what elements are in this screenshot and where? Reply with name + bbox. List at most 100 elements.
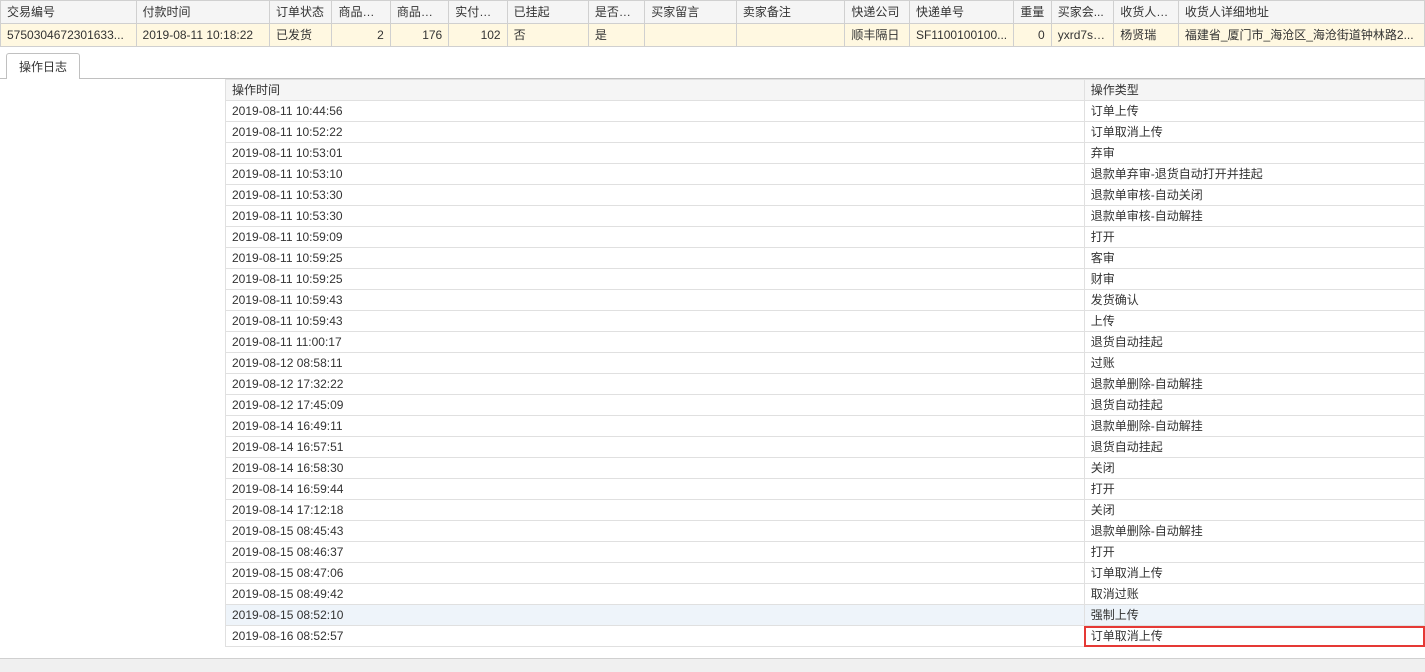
- log-row[interactable]: 2019-08-11 10:59:43发货确认: [226, 290, 1425, 311]
- order-header-cell[interactable]: 重量: [1014, 1, 1052, 24]
- log-cell-type[interactable]: 打开: [1084, 479, 1424, 500]
- cell-weight[interactable]: 0: [1014, 24, 1052, 47]
- log-row[interactable]: 2019-08-11 10:59:25客审: [226, 248, 1425, 269]
- log-cell-type[interactable]: 过账: [1084, 353, 1424, 374]
- log-row[interactable]: 2019-08-11 10:53:10退款单弃审-退货自动打开并挂起: [226, 164, 1425, 185]
- order-header-cell[interactable]: 收货人详细地址: [1178, 1, 1424, 24]
- order-header-cell[interactable]: 交易编号: [1, 1, 137, 24]
- log-header-type[interactable]: 操作类型: [1084, 80, 1424, 101]
- log-cell-type[interactable]: 订单取消上传: [1084, 563, 1424, 584]
- cell-buyer-acct[interactable]: yxrd7s198: [1051, 24, 1114, 47]
- log-cell-type[interactable]: 订单上传: [1084, 101, 1424, 122]
- order-header-cell[interactable]: 是否开票: [588, 1, 644, 24]
- log-cell-type[interactable]: 退货自动挂起: [1084, 395, 1424, 416]
- log-row[interactable]: 2019-08-16 08:52:57订单取消上传: [226, 626, 1425, 647]
- log-cell-type[interactable]: 订单取消上传: [1084, 626, 1424, 647]
- log-row[interactable]: 2019-08-15 08:47:06订单取消上传: [226, 563, 1425, 584]
- cell-recv-addr[interactable]: 福建省_厦门市_海沧区_海沧街道钟林路2...: [1178, 24, 1424, 47]
- order-row[interactable]: 5750304672301633... 2019-08-11 10:18:22 …: [1, 24, 1425, 47]
- log-cell-type[interactable]: 订单取消上传: [1084, 122, 1424, 143]
- log-cell-time[interactable]: 2019-08-11 10:59:09: [226, 227, 1085, 248]
- log-row[interactable]: 2019-08-14 16:58:30关闭: [226, 458, 1425, 479]
- cell-status[interactable]: 已发货: [269, 24, 332, 47]
- log-cell-time[interactable]: 2019-08-11 10:53:01: [226, 143, 1085, 164]
- log-cell-time[interactable]: 2019-08-12 17:32:22: [226, 374, 1085, 395]
- log-row[interactable]: 2019-08-11 10:53:30退款单审核-自动关闭: [226, 185, 1425, 206]
- log-cell-type[interactable]: 退款单审核-自动关闭: [1084, 185, 1424, 206]
- horizontal-scrollbar[interactable]: [0, 658, 1425, 672]
- log-cell-time[interactable]: 2019-08-12 08:58:11: [226, 353, 1085, 374]
- log-row[interactable]: 2019-08-11 10:59:09打开: [226, 227, 1425, 248]
- log-row[interactable]: 2019-08-11 10:44:56订单上传: [226, 101, 1425, 122]
- cell-trade-no[interactable]: 5750304672301633...: [1, 24, 137, 47]
- order-header-cell[interactable]: 商品数量: [332, 1, 390, 24]
- cell-pay-time[interactable]: 2019-08-11 10:18:22: [136, 24, 269, 47]
- order-header-cell[interactable]: 卖家备注: [736, 1, 844, 24]
- log-cell-time[interactable]: 2019-08-14 16:49:11: [226, 416, 1085, 437]
- log-row[interactable]: 2019-08-15 08:49:42取消过账: [226, 584, 1425, 605]
- log-row[interactable]: 2019-08-11 10:53:30退款单审核-自动解挂: [226, 206, 1425, 227]
- order-header-cell[interactable]: 快递公司: [845, 1, 910, 24]
- log-cell-type[interactable]: 退货自动挂起: [1084, 332, 1424, 353]
- log-row[interactable]: 2019-08-11 11:00:17退货自动挂起: [226, 332, 1425, 353]
- log-cell-time[interactable]: 2019-08-12 17:45:09: [226, 395, 1085, 416]
- log-cell-type[interactable]: 退款单弃审-退货自动打开并挂起: [1084, 164, 1424, 185]
- log-cell-time[interactable]: 2019-08-11 11:00:17: [226, 332, 1085, 353]
- log-cell-time[interactable]: 2019-08-11 10:59:25: [226, 269, 1085, 290]
- log-cell-time[interactable]: 2019-08-15 08:45:43: [226, 521, 1085, 542]
- log-cell-type[interactable]: 发货确认: [1084, 290, 1424, 311]
- log-cell-time[interactable]: 2019-08-15 08:47:06: [226, 563, 1085, 584]
- log-cell-time[interactable]: 2019-08-11 10:44:56: [226, 101, 1085, 122]
- cell-recv-name[interactable]: 杨贤瑞: [1114, 24, 1179, 47]
- log-cell-type[interactable]: 财审: [1084, 269, 1424, 290]
- log-cell-type[interactable]: 打开: [1084, 227, 1424, 248]
- log-row[interactable]: 2019-08-11 10:52:22订单取消上传: [226, 122, 1425, 143]
- log-cell-time[interactable]: 2019-08-11 10:53:30: [226, 206, 1085, 227]
- cell-qty[interactable]: 2: [332, 24, 390, 47]
- log-cell-time[interactable]: 2019-08-15 08:49:42: [226, 584, 1085, 605]
- log-row[interactable]: 2019-08-12 17:32:22退款单删除-自动解挂: [226, 374, 1425, 395]
- order-header-cell[interactable]: 买家留言: [645, 1, 737, 24]
- log-cell-time[interactable]: 2019-08-11 10:59:43: [226, 311, 1085, 332]
- tab-operation-log[interactable]: 操作日志: [6, 53, 80, 79]
- log-cell-time[interactable]: 2019-08-15 08:46:37: [226, 542, 1085, 563]
- log-cell-type[interactable]: 退款单删除-自动解挂: [1084, 374, 1424, 395]
- order-header-cell[interactable]: 买家会...: [1051, 1, 1114, 24]
- log-row[interactable]: 2019-08-14 16:49:11退款单删除-自动解挂: [226, 416, 1425, 437]
- log-cell-time[interactable]: 2019-08-14 17:12:18: [226, 500, 1085, 521]
- log-row[interactable]: 2019-08-14 16:59:44打开: [226, 479, 1425, 500]
- order-header-cell[interactable]: 实付金额: [449, 1, 507, 24]
- order-header-cell[interactable]: 已挂起: [507, 1, 588, 24]
- log-cell-type[interactable]: 客审: [1084, 248, 1424, 269]
- log-row[interactable]: 2019-08-11 10:59:25财审: [226, 269, 1425, 290]
- log-cell-type[interactable]: 退款单删除-自动解挂: [1084, 521, 1424, 542]
- log-cell-type[interactable]: 退款单删除-自动解挂: [1084, 416, 1424, 437]
- cell-goods-amount[interactable]: 176: [390, 24, 448, 47]
- log-cell-time[interactable]: 2019-08-11 10:59:43: [226, 290, 1085, 311]
- cell-buyer-msg[interactable]: [645, 24, 737, 47]
- cell-invoice[interactable]: 是: [588, 24, 644, 47]
- log-row[interactable]: 2019-08-11 10:53:01弃审: [226, 143, 1425, 164]
- order-header-cell[interactable]: 商品金额: [390, 1, 448, 24]
- cell-express-no[interactable]: SF1100100100...: [909, 24, 1013, 47]
- cell-suspended[interactable]: 否: [507, 24, 588, 47]
- log-row[interactable]: 2019-08-12 08:58:11过账: [226, 353, 1425, 374]
- log-cell-type[interactable]: 打开: [1084, 542, 1424, 563]
- cell-paid-amount[interactable]: 102: [449, 24, 507, 47]
- log-cell-time[interactable]: 2019-08-11 10:59:25: [226, 248, 1085, 269]
- log-cell-time[interactable]: 2019-08-11 10:52:22: [226, 122, 1085, 143]
- order-header-cell[interactable]: 付款时间: [136, 1, 269, 24]
- order-header-cell[interactable]: 收货人姓名: [1114, 1, 1179, 24]
- log-cell-type[interactable]: 取消过账: [1084, 584, 1424, 605]
- log-header-time[interactable]: 操作时间: [226, 80, 1085, 101]
- log-cell-type[interactable]: 强制上传: [1084, 605, 1424, 626]
- order-header-cell[interactable]: 订单状态: [269, 1, 332, 24]
- cell-seller-note[interactable]: [736, 24, 844, 47]
- log-cell-time[interactable]: 2019-08-14 16:58:30: [226, 458, 1085, 479]
- log-row[interactable]: 2019-08-15 08:46:37打开: [226, 542, 1425, 563]
- log-cell-time[interactable]: 2019-08-15 08:52:10: [226, 605, 1085, 626]
- log-cell-time[interactable]: 2019-08-16 08:52:57: [226, 626, 1085, 647]
- log-cell-type[interactable]: 关闭: [1084, 458, 1424, 479]
- log-cell-time[interactable]: 2019-08-11 10:53:10: [226, 164, 1085, 185]
- log-row[interactable]: 2019-08-15 08:52:10强制上传: [226, 605, 1425, 626]
